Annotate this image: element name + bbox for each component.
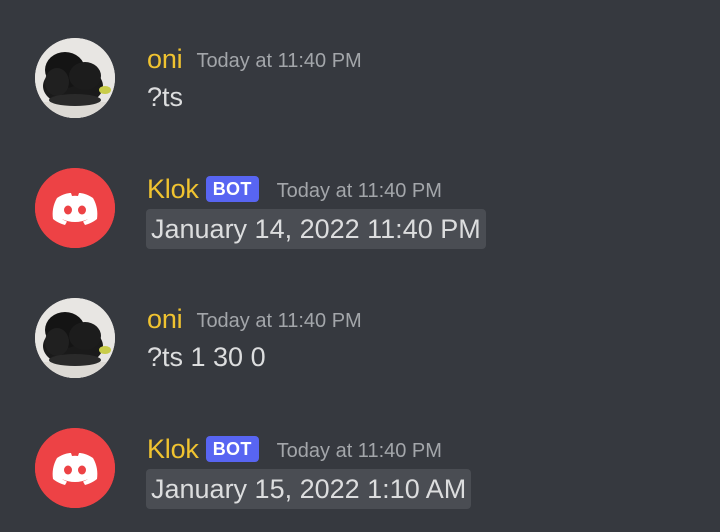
username[interactable]: oni xyxy=(147,44,183,75)
dog-photo-avatar xyxy=(35,38,115,118)
bot-badge: BOT xyxy=(205,436,259,462)
timestamp-chip[interactable]: January 15, 2022 1:10 AM xyxy=(146,469,472,509)
avatar[interactable] xyxy=(35,428,115,508)
message-content: ?ts 1 30 0 xyxy=(147,342,266,372)
message-item: Klok BOT Today at 11:40 PM January 15, 2… xyxy=(0,428,720,532)
avatar[interactable] xyxy=(35,168,115,248)
message-item: oni Today at 11:40 PM ?ts 1 30 0 xyxy=(0,298,720,408)
message-header: oni Today at 11:40 PM xyxy=(147,42,362,76)
discord-logo-icon xyxy=(35,168,115,248)
message-header: Klok BOT Today at 11:40 PM xyxy=(147,172,442,206)
username[interactable]: Klok xyxy=(147,434,199,465)
message-timestamp[interactable]: Today at 11:40 PM xyxy=(277,176,442,203)
message-header: oni Today at 11:40 PM xyxy=(147,302,362,336)
message-timestamp[interactable]: Today at 11:40 PM xyxy=(196,306,361,333)
avatar[interactable] xyxy=(35,298,115,378)
discord-logo-icon xyxy=(35,428,115,508)
avatar[interactable] xyxy=(35,38,115,118)
timestamp-chip[interactable]: January 14, 2022 11:40 PM xyxy=(146,209,486,249)
username[interactable]: Klok xyxy=(147,174,199,205)
message-item: Klok BOT Today at 11:40 PM January 14, 2… xyxy=(0,168,720,278)
message-timestamp[interactable]: Today at 11:40 PM xyxy=(277,436,442,463)
message-item: oni Today at 11:40 PM ?ts xyxy=(0,38,720,148)
message-content: ?ts xyxy=(147,82,184,112)
message-header: Klok BOT Today at 11:40 PM xyxy=(147,432,442,466)
message-timestamp[interactable]: Today at 11:40 PM xyxy=(196,46,361,73)
bot-badge: BOT xyxy=(205,176,259,202)
username[interactable]: oni xyxy=(147,304,183,335)
dog-photo-avatar xyxy=(35,298,115,378)
